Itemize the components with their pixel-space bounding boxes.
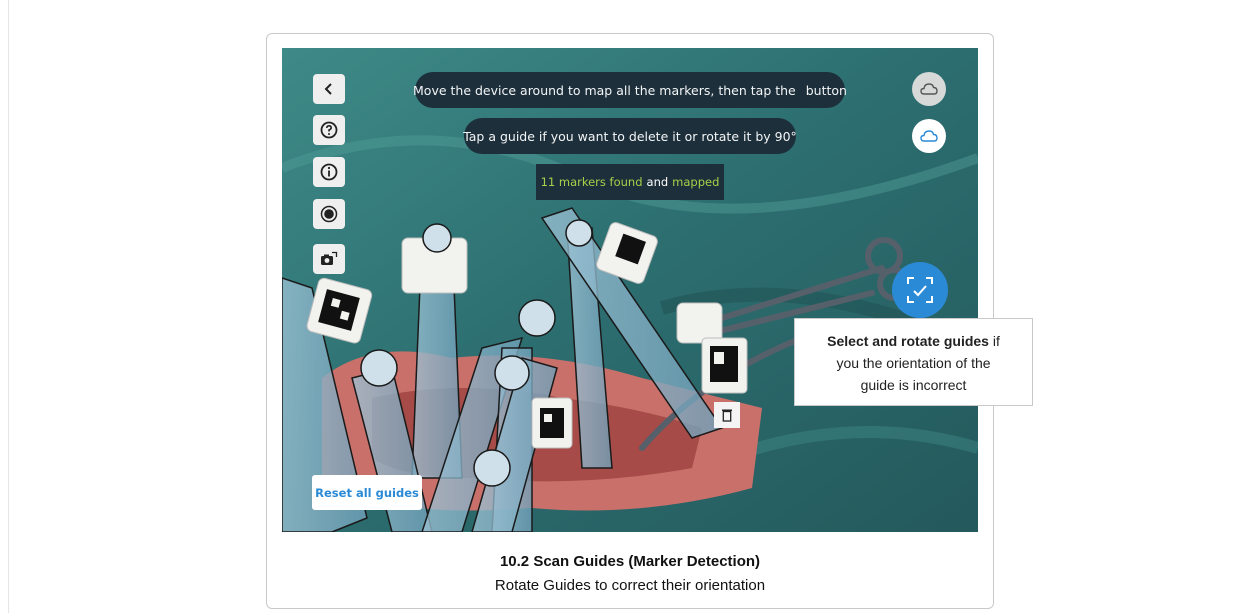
caption-title: 10.2 Scan Guides (Marker Detection) (499, 553, 761, 570)
cloud-selected-icon (920, 130, 938, 142)
callout-annotation: Select and rotate guides if you the orie… (794, 318, 1033, 406)
delete-guide-button[interactable] (714, 402, 740, 428)
callout-line-2: you the orientation of the (836, 355, 991, 371)
camera-switch-icon (321, 251, 338, 265)
camera-switch-button[interactable] (313, 244, 345, 274)
callout-line-1-rest: if (992, 333, 1000, 349)
marker-status: 11 markers found and mapped (536, 164, 724, 200)
back-button[interactable] (313, 74, 345, 104)
check-scan-icon (907, 277, 933, 303)
help-icon (320, 121, 338, 139)
cloud-button[interactable] (912, 72, 946, 106)
status-conjunction: and (646, 175, 669, 189)
info-button[interactable] (313, 157, 345, 187)
instruction-map-markers-button-word: button (805, 82, 847, 98)
info-icon (320, 163, 338, 181)
callout-line-3: guide is incorrect (860, 377, 967, 393)
callout-bold-text: Select and rotate guides (827, 333, 989, 349)
back-icon (324, 83, 332, 95)
instruction-map-markers: Move the device around to map all the ma… (413, 72, 847, 108)
ar-camera-view: Move the device around to map all the ma… (282, 48, 978, 532)
record-button[interactable] (313, 199, 345, 229)
cloud-selected-button[interactable] (912, 119, 946, 153)
caption-subtitle: Rotate Guides to correct their orientati… (494, 577, 766, 594)
trash-icon (722, 409, 732, 422)
reset-all-guides-label: Reset all guides (315, 485, 419, 500)
instruction-tap-guide: Tap a guide if you want to delete it or … (463, 118, 797, 154)
markers-mapped-status: mapped (672, 175, 720, 189)
record-icon (320, 205, 338, 223)
confirm-scan-button[interactable] (892, 262, 948, 318)
instruction-map-markers-text: Move the device around to map all the ma… (413, 82, 796, 98)
instruction-tap-guide-text: Tap a guide if you want to delete it or … (463, 128, 797, 144)
cloud-icon (920, 83, 938, 95)
reset-all-guides-button[interactable]: Reset all guides (312, 475, 422, 510)
page-left-rule (8, 0, 9, 613)
callout-line-1: Select and rotate guides if (795, 330, 1032, 352)
markers-found-count: 11 markers found (540, 175, 643, 189)
help-button[interactable] (313, 115, 345, 145)
